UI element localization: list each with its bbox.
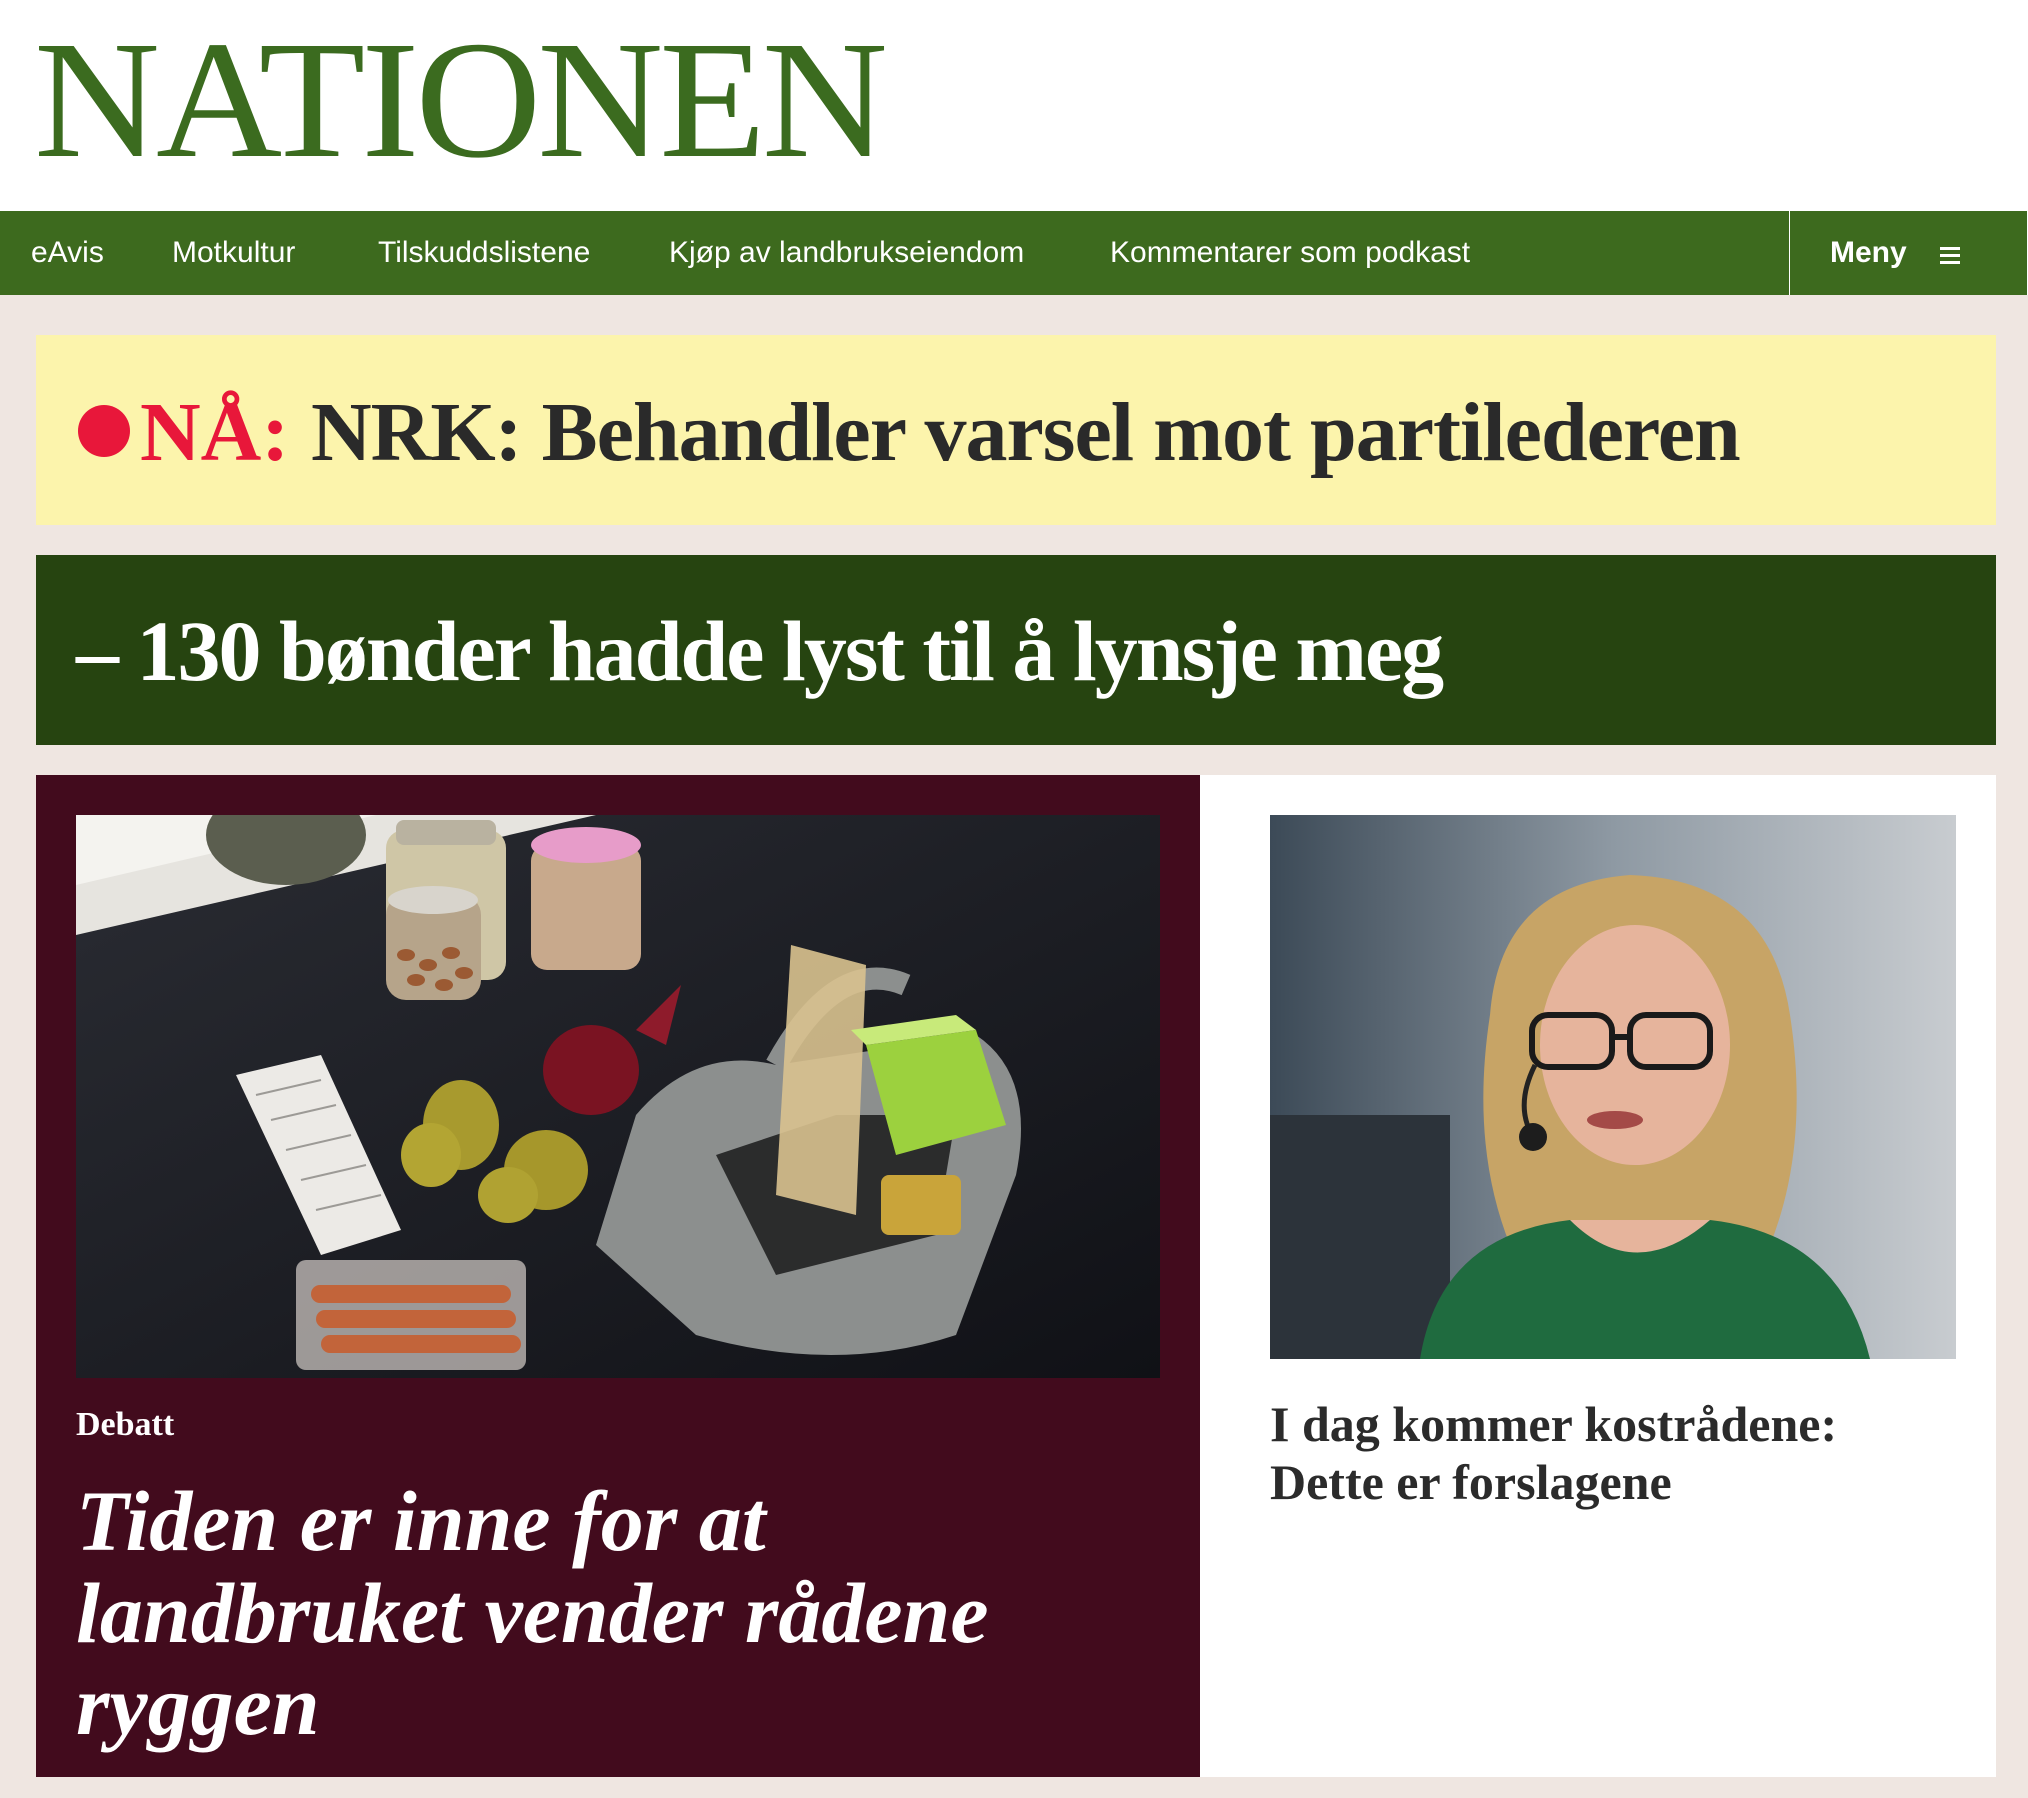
feature-headline: – 130 bønder hadde lyst til å lynsje meg [76, 603, 1444, 699]
menu-button[interactable]: Meny [1789, 211, 2028, 295]
article-card-debatt[interactable]: Debatt Tiden er inne for at landbruket v… [36, 775, 1200, 1777]
breaking-tag: NÅ: [140, 386, 290, 479]
nav-item-kommentarer-som-podkast[interactable]: Kommentarer som podkast [1110, 211, 1470, 295]
live-dot-icon [78, 405, 130, 457]
feature-banner[interactable]: – 130 bønder hadde lyst til å lynsje meg [36, 555, 1996, 745]
masthead: NATIONEN [0, 0, 2028, 211]
article-image-groceries [76, 815, 1160, 1378]
nav-item-eavis[interactable]: eAvis [31, 211, 104, 295]
site-logo[interactable]: NATIONEN [34, 10, 888, 190]
article-card-kostradene[interactable]: I dag kommer kostrådene: Dette er forsla… [1200, 775, 1996, 1777]
nav-item-kjop-av-landbrukseiendom[interactable]: Kjøp av landbrukseiendom [669, 211, 1024, 295]
breaking-news-banner[interactable]: NÅ: NRK: Behandler varsel mot partileder… [36, 335, 1996, 525]
nav-item-tilskuddslistene[interactable]: Tilskuddslistene [378, 211, 590, 295]
nav-item-motkultur[interactable]: Motkultur [172, 211, 295, 295]
menu-label: Meny [1830, 236, 1907, 269]
article-title[interactable]: Tiden er inne for at landbruket vender r… [76, 1475, 1156, 1751]
article-image-portrait [1270, 815, 1956, 1359]
breaking-headline: NRK: Behandler varsel mot partilederen [311, 386, 1741, 479]
hamburger-icon [1940, 247, 1960, 264]
main-nav: eAvis Motkultur Tilskuddslistene Kjøp av… [0, 211, 2028, 295]
article-title[interactable]: I dag kommer kostrådene: Dette er forsla… [1270, 1395, 1960, 1511]
article-kicker: Debatt [76, 1406, 175, 1443]
